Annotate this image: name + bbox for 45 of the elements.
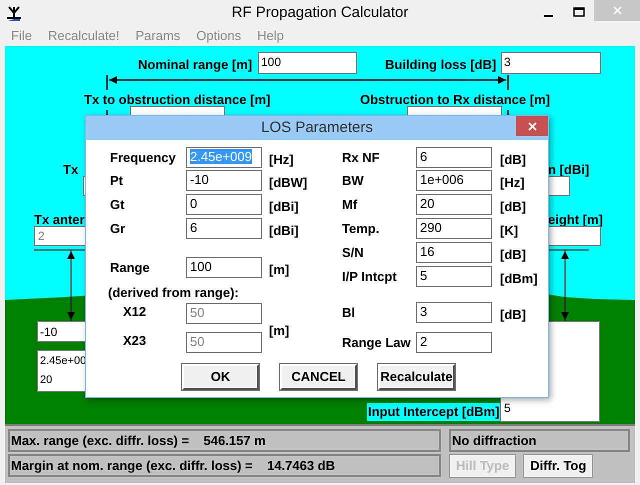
text-line: 20 bbox=[40, 373, 54, 388]
field-label: Tx anter bbox=[34, 211, 85, 229]
field-label: Nominal range [m] bbox=[138, 56, 252, 74]
field-label: Pt bbox=[110, 172, 124, 190]
diffraction-status: No diffraction bbox=[449, 429, 630, 452]
field-label: X23 bbox=[123, 332, 148, 350]
unit-label: [m] bbox=[269, 322, 290, 340]
unit-label: [m] bbox=[269, 261, 290, 280]
field-label: Input Intercept [dBm] bbox=[367, 403, 500, 421]
unit-label: [dBm] bbox=[500, 270, 538, 288]
field-label: Tx bbox=[63, 161, 78, 179]
field-label: S/N bbox=[342, 244, 365, 262]
field-label: eight [m] bbox=[548, 211, 603, 229]
unit-label: [K] bbox=[500, 222, 518, 240]
field-label: n [dBi] bbox=[548, 161, 590, 179]
field-value: 5 bbox=[504, 401, 512, 415]
result-text: Max. range (exc. diffr. loss) = 546.157 m bbox=[8, 429, 441, 452]
unit-label: [dBi] bbox=[269, 222, 299, 240]
unit-label: [dBi] bbox=[269, 198, 299, 216]
unit-label: [dB] bbox=[500, 198, 526, 216]
unit-label: [dB] bbox=[500, 151, 526, 170]
unit-label: [Hz] bbox=[500, 174, 525, 192]
unit-label: [Hz] bbox=[269, 151, 294, 170]
window-title: RF Propagation Calculator bbox=[232, 2, 408, 23]
unit-label: [dBW] bbox=[269, 174, 308, 192]
field-label: Frequency bbox=[110, 148, 177, 167]
field-label: Obstruction to Rx distance [m] bbox=[360, 90, 550, 110]
result-text: Margin at nom. range (exc. diffr. loss) = 14.7463 dB bbox=[8, 454, 441, 477]
field-label: I/P Intcpt bbox=[342, 268, 398, 286]
unit-label: [dB] bbox=[500, 246, 526, 264]
field-label: Building loss [dB] bbox=[385, 56, 496, 74]
field-label: Temp. bbox=[342, 220, 380, 238]
field-label: Mf bbox=[342, 196, 358, 214]
note-text: (derived from range): bbox=[108, 285, 240, 300]
text-line: 2.45e+00 bbox=[40, 354, 88, 369]
field-label: Tx to obstruction distance [m] bbox=[84, 90, 270, 110]
unit-label: [dB] bbox=[500, 306, 526, 324]
field-label: Range Law bbox=[342, 334, 412, 352]
field-label: Range bbox=[110, 258, 151, 277]
field-label: BW bbox=[342, 172, 365, 190]
field-label: Rx NF bbox=[342, 148, 381, 167]
field-label: X12 bbox=[123, 302, 148, 321]
dialog-title: LOS Parameters bbox=[261, 118, 373, 138]
field-label: Bl bbox=[342, 304, 356, 322]
field-label: Gt bbox=[110, 196, 126, 214]
